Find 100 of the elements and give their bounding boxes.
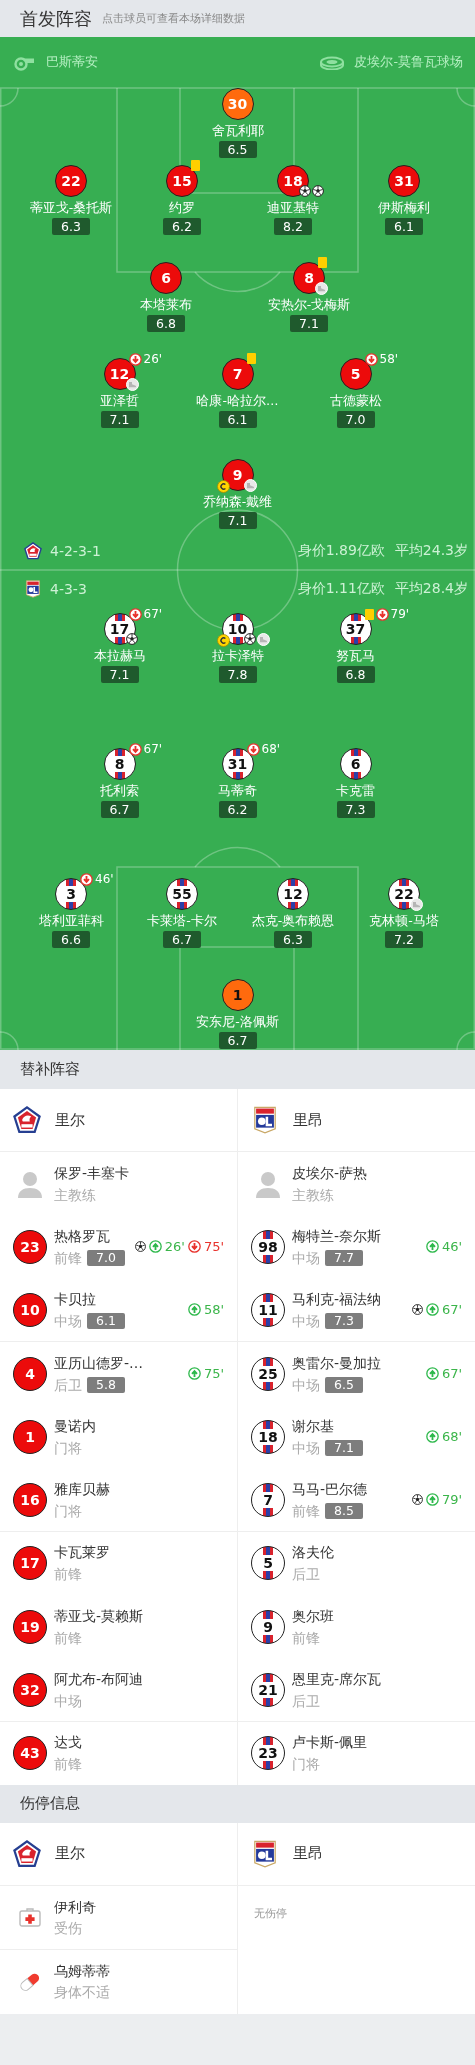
- player-name: 曼诺内: [54, 1416, 96, 1436]
- player-position: 中场: [54, 1311, 82, 1331]
- player-name: 亚历山德罗-…: [54, 1353, 144, 1373]
- player-marker[interactable]: 31: [221, 748, 254, 780]
- player-marker[interactable]: 98: [251, 1229, 285, 1264]
- player-marker[interactable]: 22: [55, 165, 87, 197]
- up-arrow-icon: [425, 1367, 439, 1381]
- player-marker[interactable]: 3: [55, 878, 87, 910]
- player-marker[interactable]: 55: [166, 878, 198, 910]
- booking-card-icon: [246, 353, 256, 364]
- stadium-icon: [320, 55, 345, 70]
- rating-badge: 6.5: [325, 1376, 363, 1393]
- up-arrow-icon: [187, 1367, 201, 1381]
- player-marker[interactable]: 6: [150, 262, 182, 294]
- player-marker[interactable]: 15: [166, 165, 198, 197]
- player-marker[interactable]: 22: [388, 878, 420, 910]
- rating-badge: 7.1: [100, 411, 139, 428]
- substitution-minute: 46': [95, 873, 114, 886]
- formation-label: 4-3-3: [50, 581, 87, 597]
- rating-badge: 6.8: [147, 315, 185, 332]
- substitution-minute: 67': [441, 1366, 462, 1382]
- coach-role: 主教练: [54, 1185, 97, 1205]
- player-marker[interactable]: 23: [251, 1736, 285, 1771]
- player-marker[interactable]: 16: [13, 1482, 47, 1517]
- player-marker[interactable]: 18: [251, 1419, 285, 1454]
- coach-photo-placeholder: [255, 1169, 281, 1198]
- whistle-icon: [14, 54, 36, 71]
- rating-badge: 6.3: [274, 931, 312, 948]
- team-crest-icon: [13, 1106, 41, 1134]
- player-marker[interactable]: 4: [13, 1356, 47, 1391]
- player-name: 梅特兰-奈尔斯: [292, 1226, 382, 1246]
- player-marker[interactable]: 6: [339, 748, 372, 780]
- empty-message: 无伤停: [253, 1905, 288, 1921]
- player-name: 安热尔-戈梅斯: [267, 297, 351, 313]
- player-name: 亚泽哲: [100, 393, 139, 409]
- player-position: 中场: [292, 1375, 320, 1395]
- player-name: 卡瓦莱罗: [54, 1543, 110, 1563]
- player-name: 乔纳森-戴维: [202, 494, 273, 510]
- substitution-minute: 58': [203, 1302, 224, 1318]
- player-marker[interactable]: 37: [339, 613, 372, 645]
- player-marker[interactable]: 10: [13, 1292, 47, 1327]
- substitution-minute: 79': [390, 608, 410, 621]
- player-marker[interactable]: 8: [103, 748, 136, 780]
- team-name[interactable]: 里昂: [293, 1110, 323, 1130]
- player-marker[interactable]: 21: [251, 1672, 285, 1707]
- up-arrow-icon: [148, 1240, 162, 1254]
- rating-badge: 7.3: [336, 801, 375, 818]
- substitution-minute: 26': [143, 353, 163, 366]
- substitution-minute: 79': [441, 1492, 462, 1508]
- section-title: 首发阵容: [20, 6, 92, 31]
- rating-badge: 7.0: [336, 411, 375, 428]
- player-position: 后卫: [292, 1565, 320, 1585]
- player-marker[interactable]: 43: [13, 1736, 47, 1771]
- player-marker[interactable]: 11: [251, 1292, 285, 1327]
- player-name: 谢尔基: [292, 1416, 335, 1436]
- player-name: 蒂亚戈-莫赖斯: [54, 1606, 144, 1626]
- player-marker[interactable]: 19: [13, 1609, 47, 1644]
- up-arrow-icon: [187, 1303, 201, 1317]
- player-position: 中场: [54, 1691, 82, 1711]
- player-marker[interactable]: 25: [251, 1356, 285, 1391]
- player-marker[interactable]: 32: [13, 1672, 47, 1707]
- player-marker[interactable]: 17: [13, 1546, 47, 1581]
- player-position: 中场: [292, 1311, 320, 1331]
- player-name: 奥尔班: [292, 1606, 334, 1626]
- player-marker[interactable]: 18: [277, 165, 309, 197]
- hint-text: 点击球员可查看本场详细数据: [102, 11, 245, 26]
- rating-badge: 7.3: [325, 1312, 363, 1329]
- player-marker[interactable]: 12: [277, 878, 309, 910]
- rating-badge: 6.2: [218, 801, 257, 818]
- player-marker[interactable]: 1: [13, 1419, 47, 1454]
- rating-badge: 6.3: [52, 218, 90, 235]
- player-marker[interactable]: 7: [221, 358, 254, 390]
- squad-value: 身价1.11亿欧: [297, 580, 385, 598]
- formation-label: 4-2-3-1: [50, 543, 101, 559]
- soccer-ball-icon: [299, 185, 311, 197]
- rating-badge: 7.8: [218, 666, 257, 683]
- player-marker[interactable]: 5: [251, 1546, 285, 1581]
- team-name[interactable]: 里昂: [293, 1844, 323, 1864]
- player-marker[interactable]: 1: [221, 979, 254, 1011]
- player-marker[interactable]: 5: [339, 358, 372, 390]
- coach-photo-placeholder: [17, 1169, 43, 1198]
- team-name[interactable]: 里尔: [55, 1844, 85, 1864]
- rating-badge: 6.7: [163, 931, 201, 948]
- player-marker[interactable]: 31: [388, 165, 420, 197]
- player-position: 门将: [54, 1438, 82, 1458]
- player-position: 前锋: [292, 1628, 320, 1648]
- up-arrow-icon: [425, 1493, 439, 1507]
- player-position: 中场: [292, 1438, 320, 1458]
- player-marker[interactable]: 23: [13, 1229, 47, 1264]
- player-marker[interactable]: 9: [251, 1609, 285, 1644]
- boot-icon: [256, 633, 270, 646]
- first-aid-kit-icon: [19, 1907, 41, 1928]
- rating-badge: 6.1: [218, 411, 257, 428]
- referee-name: 巴斯蒂安: [46, 54, 98, 71]
- player-marker[interactable]: 7: [251, 1482, 285, 1517]
- rating-badge: 7.1: [100, 666, 139, 683]
- coach-name: 保罗-丰塞卡: [54, 1163, 130, 1183]
- rating-badge: 6.6: [52, 931, 90, 948]
- substitution-minute: 75': [203, 1239, 224, 1255]
- team-name[interactable]: 里尔: [55, 1110, 85, 1130]
